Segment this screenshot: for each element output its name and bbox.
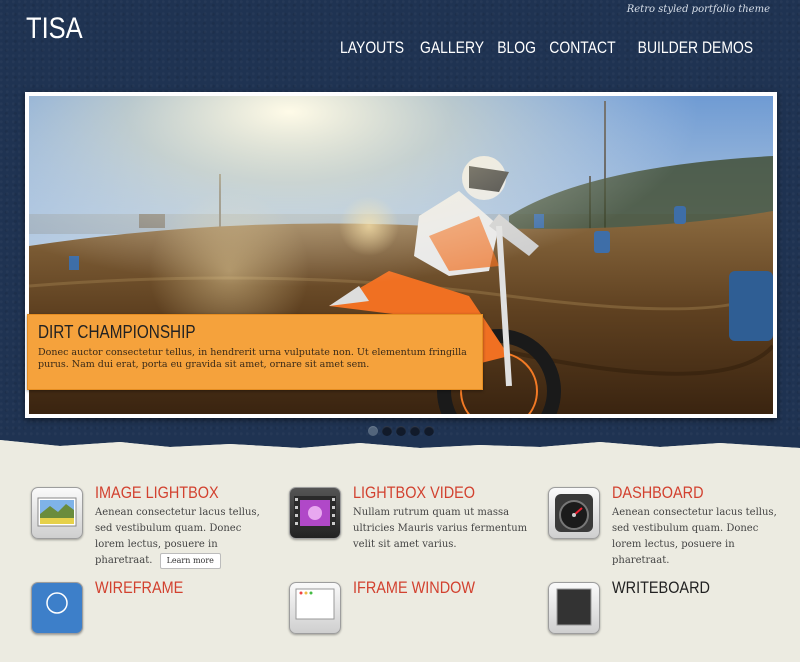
feature-title[interactable]: IFRAME WINDOW [353, 578, 475, 598]
feature-title[interactable]: LIGHTBOX VIDEO [353, 483, 475, 503]
hero-slider[interactable]: DIRT CHAMPIONSHIP Donec auctor consectet… [25, 92, 777, 418]
torn-paper-edge [0, 436, 800, 460]
blueprint-icon[interactable] [31, 582, 83, 634]
nav-blog[interactable]: BLOG [497, 38, 536, 58]
feature-title[interactable]: WRITEBOARD [612, 578, 710, 598]
feature-description: Aenean consectetur lacus tellus, sed ves… [612, 507, 777, 566]
video-film-icon[interactable] [289, 487, 341, 539]
slider-dot-1[interactable] [368, 426, 378, 436]
feature-image-lightbox: IMAGE LIGHTBOX Aenean consectetur lacus … [31, 483, 273, 569]
feature-title[interactable]: DASHBOARD [612, 483, 704, 503]
site-tagline: Retro styled portfolio theme [626, 4, 770, 15]
feature-description: Nullam rutrum quam ut massa ultricies Ma… [353, 507, 528, 550]
nav-builder-demos[interactable]: BUILDER DEMOS [638, 38, 753, 58]
nav-contact[interactable]: CONTACT [550, 38, 616, 58]
caption-title: DIRT CHAMPIONSHIP [38, 322, 196, 342]
slider-dot-4[interactable] [410, 426, 420, 436]
main-nav: LAYOUTS GALLERY BLOG CONTACT BUILDER DEM… [333, 38, 766, 58]
browser-window-icon[interactable] [289, 582, 341, 634]
slider-dot-5[interactable] [424, 426, 434, 436]
slide-caption: DIRT CHAMPIONSHIP Donec auctor consectet… [27, 314, 483, 390]
nav-layouts[interactable]: LAYOUTS [340, 38, 404, 58]
feature-wireframe: WIREFRAME [31, 578, 271, 662]
slider-dot-3[interactable] [396, 426, 406, 436]
slider-dot-2[interactable] [382, 426, 392, 436]
feature-iframe-window: IFRAME WINDOW [289, 578, 529, 662]
speedometer-icon[interactable] [548, 487, 600, 539]
feature-title[interactable]: WIREFRAME [95, 578, 183, 598]
header: TISA Retro styled portfolio theme LAYOUT… [0, 0, 800, 440]
caption-text: Donec auctor consectetur tellus, in hend… [38, 347, 467, 370]
site-logo[interactable]: TISA [26, 12, 83, 46]
landscape-photo-icon[interactable] [31, 487, 83, 539]
feature-lightbox-video: LIGHTBOX VIDEO Nullam rutrum quam ut mas… [289, 483, 529, 567]
learn-more-button[interactable]: Learn more [159, 553, 221, 569]
slider-pagination [368, 426, 434, 436]
writeboard-icon[interactable] [548, 582, 600, 634]
feature-dashboard: DASHBOARD Aenean consectetur lacus tellu… [548, 483, 788, 567]
feature-text: Aenean consectetur lacus tellus, sed ves… [95, 505, 273, 569]
feature-title[interactable]: IMAGE LIGHTBOX [95, 483, 219, 503]
feature-writeboard: WRITEBOARD [548, 578, 788, 662]
nav-gallery[interactable]: GALLERY [420, 38, 484, 58]
